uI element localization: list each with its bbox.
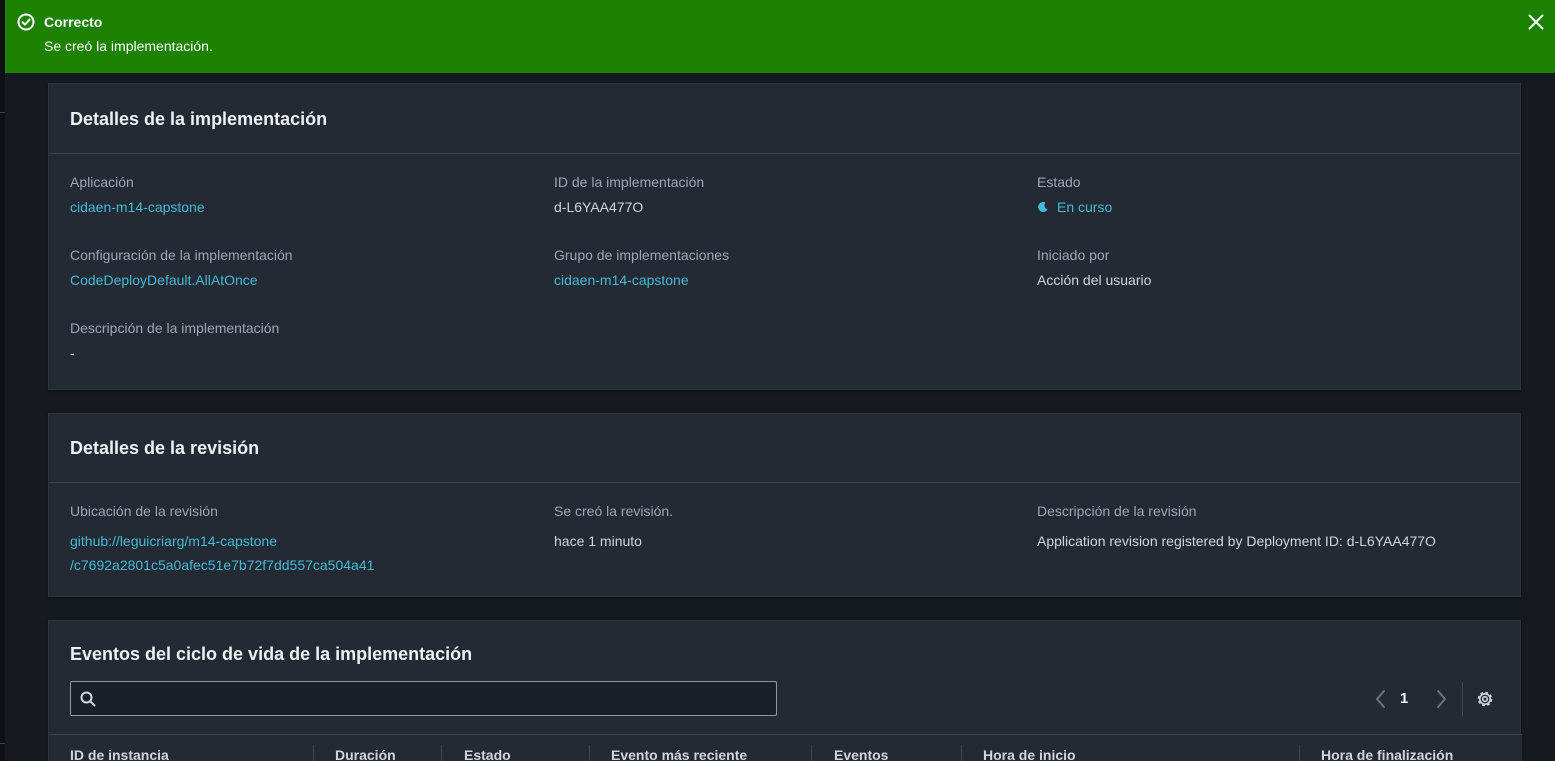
revision-description-field: Descripción de la revisión Application r…	[1037, 503, 1436, 549]
spinner-icon	[1038, 201, 1048, 212]
initiated-by-field: Iniciado por Acción del usuario	[1037, 247, 1151, 288]
side-navigation-strip	[0, 0, 5, 761]
panel-title: Detalles de la implementación	[49, 84, 1520, 154]
revision-location-line2: /c7692a2801c5a0afec51e7b72f7dd557ca504a4…	[70, 557, 375, 573]
deployment-config-field: Configuración de la implementación CodeD…	[70, 247, 293, 288]
flash-title: Correcto	[44, 14, 103, 30]
status-text: En curso	[1057, 199, 1113, 215]
field-label: Configuración de la implementación	[70, 247, 293, 263]
deployment-config-link[interactable]: CodeDeployDefault.AllAtOnce	[70, 272, 293, 288]
field-label: Aplicación	[70, 174, 134, 190]
revision-created-value: hace 1 minuto	[554, 533, 642, 549]
field-label: ID de la implementación	[554, 174, 705, 190]
check-circle-icon	[17, 13, 35, 31]
status-field: Estado En curso	[1037, 174, 1112, 215]
flash-message: Se creó la implementación.	[44, 38, 213, 54]
chevron-left-icon[interactable]	[1372, 688, 1390, 710]
table-header-row: ID de instancia Duración Estado Evento m…	[49, 734, 1522, 761]
column-divider[interactable]	[313, 745, 314, 761]
success-flash-notification: Correcto Se creó la implementación.	[5, 0, 1555, 73]
deployment-id-value: d-L6YAA477O	[554, 199, 644, 215]
field-label: Estado	[1037, 174, 1081, 190]
field-label: Iniciado por	[1037, 247, 1110, 263]
gear-icon[interactable]	[1475, 689, 1495, 709]
search-field[interactable]	[70, 681, 777, 716]
deployment-description-value: -	[70, 345, 75, 361]
panel-title: Eventos del ciclo de vida de la implemen…	[70, 644, 473, 664]
deployment-group-field: Grupo de implementaciones cidaen-m14-cap…	[554, 247, 729, 288]
pagination-divider	[1462, 682, 1463, 716]
revision-created-field: Se creó la revisión. hace 1 minuto	[554, 503, 673, 549]
deployment-details-panel: Detalles de la implementación Aplicación…	[48, 83, 1521, 390]
pagination-current-page[interactable]: 1	[1400, 690, 1408, 707]
column-divider[interactable]	[811, 745, 812, 761]
deployment-group-link[interactable]: cidaen-m14-capstone	[554, 272, 729, 288]
column-divider[interactable]	[1299, 745, 1300, 761]
search-icon	[80, 691, 96, 707]
nav-divider	[0, 743, 5, 744]
application-link[interactable]: cidaen-m14-capstone	[70, 199, 205, 215]
search-input[interactable]	[105, 682, 770, 715]
column-header-duration[interactable]: Duración	[335, 747, 396, 761]
field-label: Descripción de la revisión	[1037, 503, 1197, 519]
field-label: Ubicación de la revisión	[70, 503, 218, 519]
nav-divider	[0, 112, 5, 113]
initiated-by-value: Acción del usuario	[1037, 272, 1152, 288]
column-divider[interactable]	[961, 745, 962, 761]
column-header-status[interactable]: Estado	[464, 747, 511, 761]
deployment-id-field: ID de la implementación d-L6YAA477O	[554, 174, 704, 215]
column-header-instance-id[interactable]: ID de instancia	[70, 747, 169, 761]
column-header-latest-event[interactable]: Evento más reciente	[611, 747, 747, 761]
field-label: Grupo de implementaciones	[554, 247, 730, 263]
status-indicator: En curso	[1037, 199, 1112, 215]
lifecycle-events-panel: Eventos del ciclo de vida de la implemen…	[48, 620, 1522, 761]
page: Correcto Se creó la implementación. Deta…	[0, 0, 1555, 761]
close-icon[interactable]	[1527, 13, 1545, 31]
column-header-end-time[interactable]: Hora de finalización	[1321, 747, 1453, 761]
chevron-right-icon[interactable]	[1432, 688, 1450, 710]
revision-location-line1: github://leguicriarg/m14-capstone	[70, 533, 278, 549]
application-field: Aplicación cidaen-m14-capstone	[70, 174, 205, 215]
revision-details-panel: Detalles de la revisión Ubicación de la …	[48, 413, 1521, 597]
field-label: Descripción de la implementación	[70, 320, 280, 336]
revision-location-link[interactable]: github://leguicriarg/m14-capstone /c7692…	[70, 529, 374, 577]
deployment-description-field: Descripción de la implementación -	[70, 320, 279, 361]
column-divider[interactable]	[589, 745, 590, 761]
column-divider[interactable]	[441, 745, 442, 761]
revision-description-value: Application revision registered by Deplo…	[1037, 533, 1436, 549]
revision-location-field: Ubicación de la revisión github://leguic…	[70, 503, 374, 577]
column-header-start-time[interactable]: Hora de inicio	[983, 747, 1076, 761]
field-label: Se creó la revisión.	[554, 503, 674, 519]
column-header-events[interactable]: Eventos	[834, 747, 888, 761]
panel-title: Detalles de la revisión	[49, 414, 1520, 483]
